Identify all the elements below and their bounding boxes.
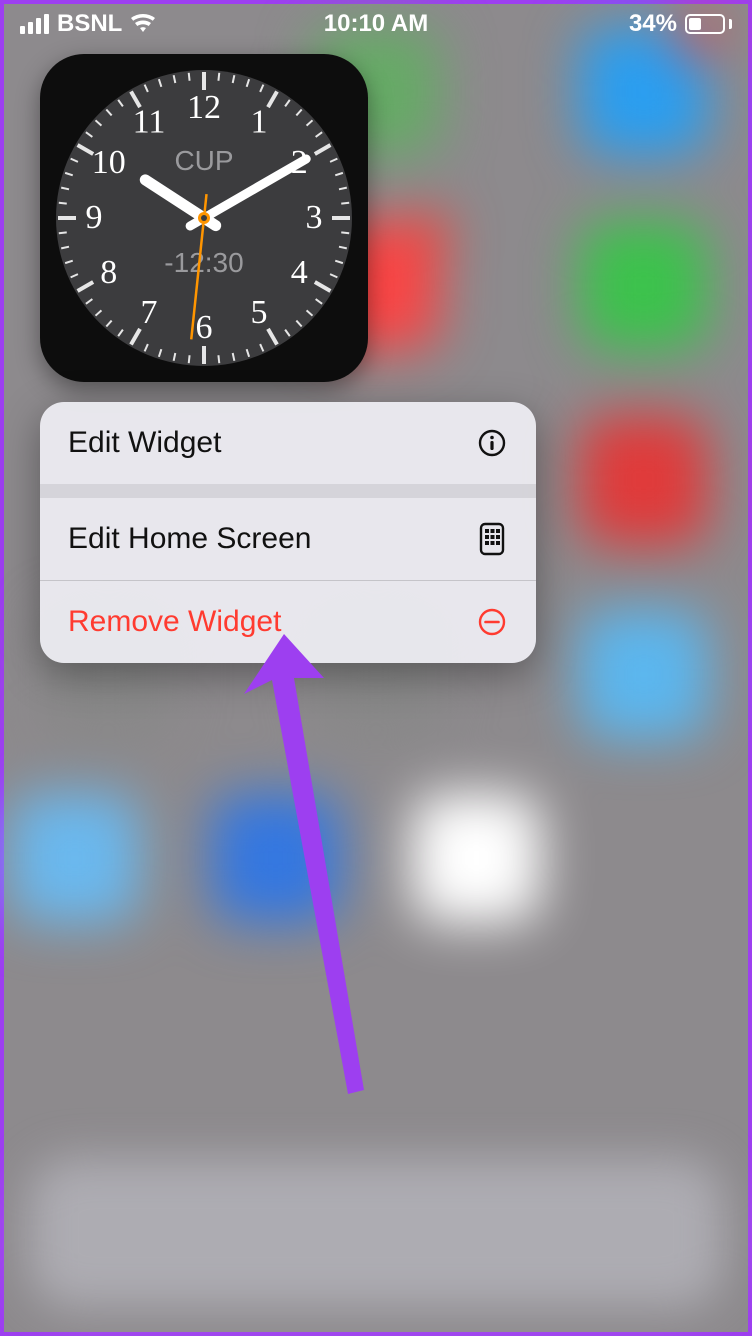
clock-city-code: CUP xyxy=(174,145,233,176)
svg-text:1: 1 xyxy=(251,104,268,141)
battery-icon xyxy=(685,14,732,34)
svg-text:8: 8 xyxy=(100,254,117,291)
svg-text:7: 7 xyxy=(141,294,158,331)
menu-item-edit-home-screen[interactable]: Edit Home Screen xyxy=(40,498,536,580)
analog-clock-face: 121234567891011 CUP -12:30 xyxy=(54,68,354,368)
svg-text:6: 6 xyxy=(196,309,213,346)
menu-item-remove-widget[interactable]: Remove Widget xyxy=(40,581,536,663)
menu-item-label: Edit Home Screen xyxy=(68,522,311,556)
menu-item-edit-widget[interactable]: Edit Widget xyxy=(40,402,536,484)
dock xyxy=(28,1158,724,1308)
home-screen-icon xyxy=(476,523,508,555)
status-bar: BSNL 10:10 AM 34% xyxy=(4,4,748,44)
menu-item-label: Edit Widget xyxy=(68,426,221,460)
cellular-signal-icon xyxy=(20,14,49,34)
svg-text:11: 11 xyxy=(133,104,166,141)
widget-context-menu: Edit Widget Edit Home Screen Remove Widg… xyxy=(40,402,536,663)
svg-text:12: 12 xyxy=(187,89,221,126)
svg-text:5: 5 xyxy=(251,294,268,331)
carrier-label: BSNL xyxy=(57,10,122,38)
svg-text:10: 10 xyxy=(92,144,126,181)
battery-percent: 34% xyxy=(629,10,677,38)
svg-text:3: 3 xyxy=(306,199,323,236)
svg-text:9: 9 xyxy=(86,199,103,236)
menu-item-label: Remove Widget xyxy=(68,605,281,639)
wifi-icon xyxy=(130,14,156,34)
clock-widget[interactable]: 121234567891011 CUP -12:30 xyxy=(40,54,368,382)
clock-offset: -12:30 xyxy=(164,247,243,278)
svg-text:4: 4 xyxy=(291,254,308,291)
remove-icon xyxy=(476,606,508,638)
clock-time: 10:10 AM xyxy=(324,10,428,38)
info-icon xyxy=(476,427,508,459)
